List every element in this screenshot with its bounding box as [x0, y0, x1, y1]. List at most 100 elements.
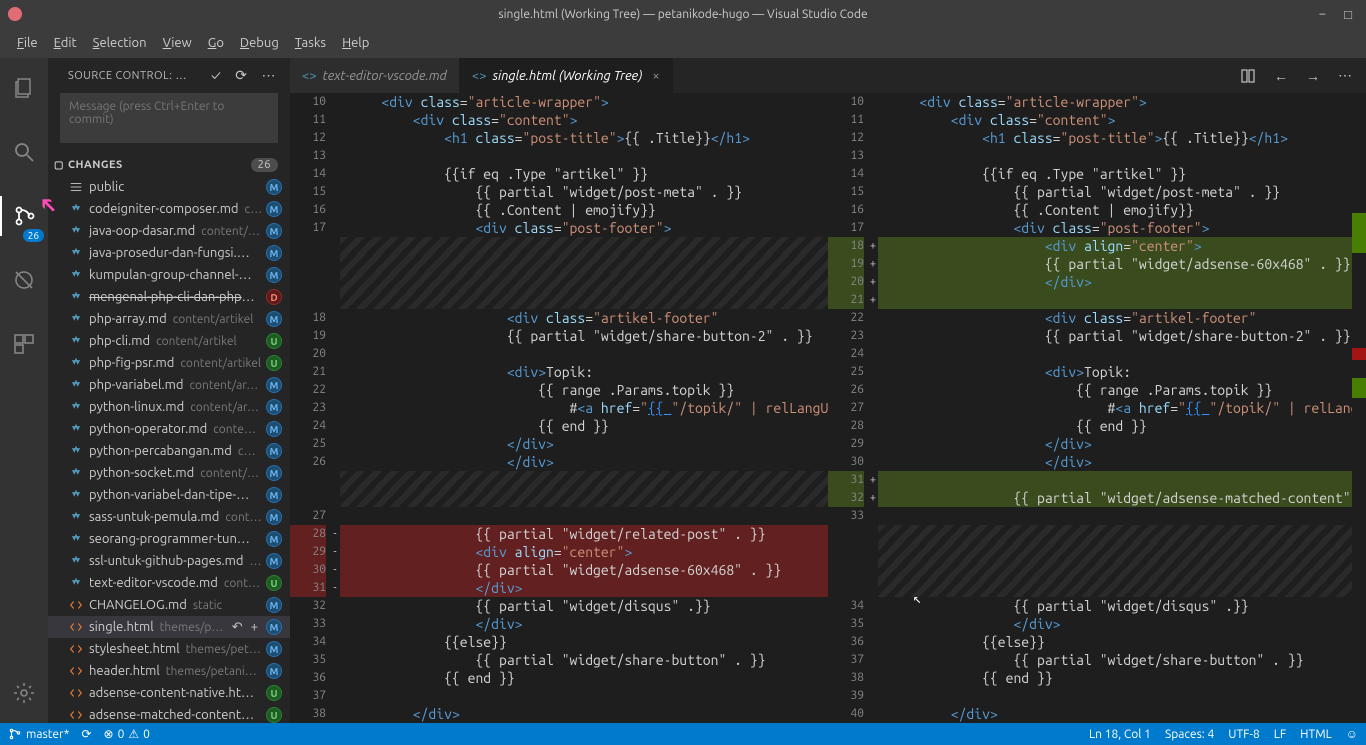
- extensions-icon[interactable]: [0, 324, 48, 364]
- change-item[interactable]: python-variabel-dan-tipe-da…M: [48, 484, 290, 506]
- file-icon: [68, 290, 84, 304]
- file-path: content/…: [201, 225, 262, 238]
- debug-icon[interactable]: [0, 260, 48, 300]
- feedback-icon[interactable]: ☺: [1346, 727, 1358, 741]
- change-item[interactable]: adsense-content-native.htm…U: [48, 682, 290, 704]
- change-item[interactable]: python-operator.mdconten…M: [48, 418, 290, 440]
- left-code[interactable]: <div class="article-wrapper"> <div class…: [340, 93, 828, 723]
- change-item[interactable]: java-prosedur-dan-fungsi.m…M: [48, 242, 290, 264]
- next-change-icon[interactable]: →: [1306, 68, 1320, 84]
- cursor-position[interactable]: Ln 18, Col 1: [1089, 728, 1151, 741]
- change-item[interactable]: publicM: [48, 176, 290, 198]
- sync-icon[interactable]: ⟳: [81, 727, 91, 741]
- minimize-icon[interactable]: −: [1319, 7, 1326, 22]
- menu-edit[interactable]: Edit: [47, 32, 84, 54]
- menu-debug[interactable]: Debug: [233, 32, 286, 54]
- change-item[interactable]: adsense-matched-content.h…U: [48, 704, 290, 723]
- right-code[interactable]: <div class="article-wrapper"> <div class…: [878, 93, 1352, 723]
- diff-modified-pane[interactable]: 101112131415161718+19+20+21+222324252627…: [828, 93, 1366, 723]
- file-path: themes/pet…: [186, 643, 262, 656]
- eol[interactable]: LF: [1274, 728, 1286, 741]
- source-control-icon[interactable]: 26: [0, 196, 48, 236]
- change-item[interactable]: mengenal-php-cli-dan-php-i…D: [48, 286, 290, 308]
- changes-section-header[interactable]: ▢ CHANGES 26: [48, 154, 290, 176]
- changes-label: CHANGES: [68, 159, 123, 171]
- diff-editor[interactable]: 10111213141516171819202122232425262728-2…: [290, 93, 1366, 723]
- diff-original-pane[interactable]: 10111213141516171819202122232425262728-2…: [290, 93, 828, 723]
- change-item[interactable]: header.htmlthemes/petanik…M: [48, 660, 290, 682]
- window-close-button[interactable]: [8, 7, 22, 21]
- overview-ruler[interactable]: [1352, 93, 1366, 723]
- status-badge: M: [266, 597, 282, 613]
- file-icon: [68, 356, 84, 370]
- prev-change-icon[interactable]: ←: [1274, 68, 1288, 84]
- more-icon[interactable]: ⋯: [262, 67, 277, 84]
- change-item[interactable]: ssl-untuk-github-pages.md…M: [48, 550, 290, 572]
- file-path: themes/petanik…: [166, 665, 262, 678]
- refresh-icon[interactable]: ⟳: [235, 67, 247, 84]
- file-path: c…: [238, 445, 262, 458]
- search-icon[interactable]: [0, 132, 48, 172]
- tab[interactable]: <>single.html (Working Tree)×: [460, 58, 673, 93]
- commit-icon[interactable]: ✓: [211, 67, 221, 84]
- language-mode[interactable]: HTML: [1300, 728, 1332, 741]
- git-branch[interactable]: master*: [8, 727, 69, 741]
- status-badge: M: [266, 443, 282, 459]
- window-controls: − □: [1319, 7, 1366, 22]
- change-item[interactable]: java-oop-dasar.mdcontent/…M: [48, 220, 290, 242]
- menu-tasks[interactable]: Tasks: [288, 32, 333, 54]
- change-item[interactable]: single.htmlthemes/p…↶+M: [48, 616, 290, 638]
- change-item[interactable]: python-linux.mdcontent/ar…M: [48, 396, 290, 418]
- file-icon: [68, 334, 84, 348]
- status-badge: U: [266, 707, 282, 723]
- discard-icon[interactable]: ↶: [232, 620, 243, 635]
- commit-message-input[interactable]: [60, 93, 278, 143]
- status-badge: D: [266, 289, 282, 305]
- change-item[interactable]: CHANGELOG.mdstaticM: [48, 594, 290, 616]
- change-item[interactable]: php-fig-psr.mdcontent/artikelU: [48, 352, 290, 374]
- file-icon: [68, 488, 84, 502]
- status-badge: M: [266, 619, 282, 635]
- file-icon: [68, 312, 84, 326]
- commit-message-box: [60, 93, 278, 146]
- menu-go[interactable]: Go: [201, 32, 231, 54]
- tab[interactable]: <>text-editor-vscode.md: [290, 58, 460, 93]
- menu-selection[interactable]: Selection: [86, 32, 154, 54]
- change-item[interactable]: stylesheet.htmlthemes/pet…M: [48, 638, 290, 660]
- sidebar-title: SOURCE CONTROL: …: [68, 70, 211, 82]
- file-path: themes/p…: [160, 621, 232, 634]
- status-badge: M: [266, 311, 282, 327]
- change-item[interactable]: php-cli.mdcontent/artikelU: [48, 330, 290, 352]
- change-item[interactable]: php-array.mdcontent/artikelM: [48, 308, 290, 330]
- change-item[interactable]: codeigniter-composer.mdc…M: [48, 198, 290, 220]
- close-icon[interactable]: ×: [652, 69, 659, 83]
- stage-icon[interactable]: +: [251, 620, 258, 635]
- maximize-icon[interactable]: □: [1344, 7, 1352, 22]
- change-item[interactable]: python-socket.mdcontent/…M: [48, 462, 290, 484]
- file-name: python-percabangan.md: [89, 444, 232, 458]
- problems[interactable]: ⊗0 ⚠0: [104, 727, 150, 741]
- menu-help[interactable]: Help: [335, 32, 376, 54]
- file-name: php-variabel.md: [89, 378, 183, 392]
- change-item[interactable]: text-editor-vscode.mdcont…U: [48, 572, 290, 594]
- file-icon: [68, 224, 84, 238]
- indentation[interactable]: Spaces: 4: [1165, 728, 1214, 741]
- menu-view[interactable]: View: [156, 32, 199, 54]
- open-changes-icon[interactable]: [1240, 68, 1256, 84]
- change-item[interactable]: kumpulan-group-channel-b…M: [48, 264, 290, 286]
- file-name: CHANGELOG.md: [89, 598, 187, 612]
- file-icon: [68, 268, 84, 282]
- menu-file[interactable]: File: [10, 32, 45, 54]
- encoding[interactable]: UTF-8: [1228, 728, 1259, 741]
- file-name: codeigniter-composer.md: [89, 202, 239, 216]
- change-item[interactable]: sass-untuk-pemula.mdcont…M: [48, 506, 290, 528]
- settings-icon[interactable]: [0, 673, 48, 713]
- status-badge: M: [266, 267, 282, 283]
- change-item[interactable]: php-variabel.mdcontent/ar…M: [48, 374, 290, 396]
- file-path: cont…: [224, 577, 262, 590]
- editor-more-icon[interactable]: ⋯: [1338, 67, 1352, 84]
- status-badge: M: [266, 179, 282, 195]
- change-item[interactable]: python-percabangan.md c… M: [48, 440, 290, 462]
- explorer-icon[interactable]: [0, 68, 48, 108]
- change-item[interactable]: seorang-programmer-tunan…M: [48, 528, 290, 550]
